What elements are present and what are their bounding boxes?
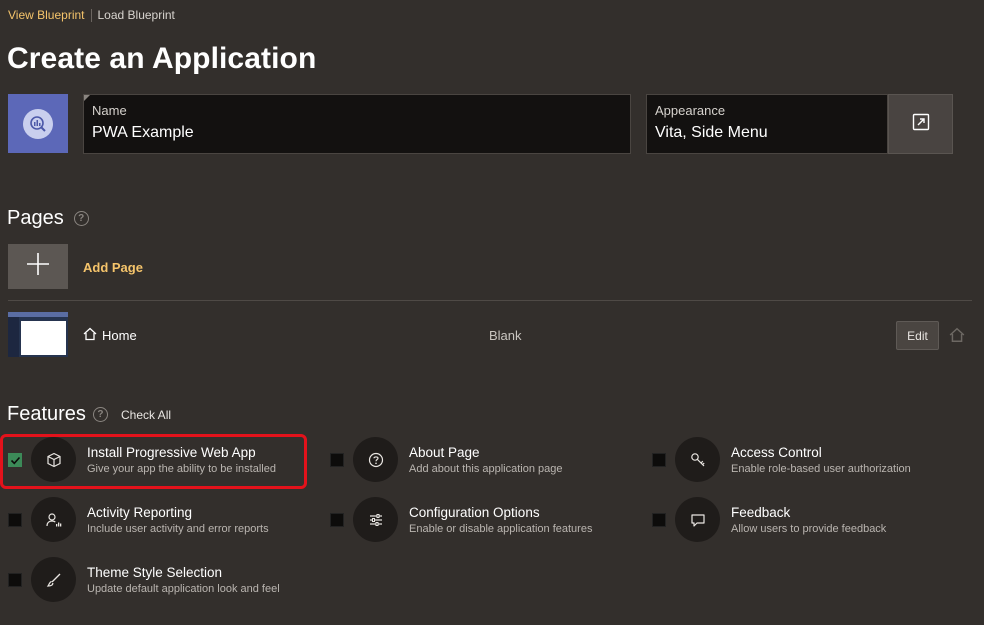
check-all-link[interactable]: Check All — [121, 408, 171, 422]
question-icon — [353, 437, 398, 482]
pages-title: Pages — [7, 207, 64, 229]
feature-checkbox[interactable] — [330, 453, 344, 467]
features-header: Features ? — [7, 403, 108, 426]
tab-load-blueprint[interactable]: Load Blueprint — [98, 8, 175, 22]
help-icon[interactable]: ? — [92, 407, 108, 422]
name-field-value[interactable]: PWA Example — [92, 124, 194, 142]
page-title: Create an Application — [7, 42, 317, 75]
feature-access-control[interactable]: Access Control Enable role-based user au… — [652, 437, 952, 487]
feature-about-page[interactable]: About Page Add about this application pa… — [330, 437, 630, 487]
feature-checkbox[interactable] — [652, 453, 666, 467]
page-name: Home — [102, 328, 137, 343]
feature-title: Activity Reporting — [87, 505, 193, 520]
appearance-settings-button[interactable] — [888, 94, 953, 154]
brush-icon — [31, 557, 76, 602]
feature-description: Allow users to provide feedback — [731, 523, 887, 535]
feature-checkbox[interactable] — [8, 513, 22, 527]
feature-configuration-options[interactable]: Configuration Options Enable or disable … — [330, 497, 630, 547]
set-home-icon[interactable] — [949, 327, 965, 348]
feature-title: Access Control — [731, 445, 822, 460]
key-icon — [675, 437, 720, 482]
home-icon — [83, 327, 97, 344]
appearance-field-value: Vita, Side Menu — [655, 124, 768, 141]
feature-description: Enable role-based user authorization — [731, 463, 911, 475]
app-icon-button[interactable] — [8, 94, 68, 153]
tab-divider — [90, 8, 92, 22]
feature-theme-style-selection[interactable]: Theme Style Selection Update default app… — [8, 557, 308, 607]
blueprint-tabs: View Blueprint Load Blueprint — [8, 8, 175, 22]
feature-title: Configuration Options — [409, 505, 540, 520]
pages-header: Pages ? — [7, 207, 89, 230]
sliders-icon — [353, 497, 398, 542]
feature-description: Enable or disable application features — [409, 523, 593, 535]
feature-description: Include user activity and error reports — [87, 523, 269, 535]
feature-title: About Page — [409, 445, 480, 460]
features-title: Features — [7, 403, 86, 425]
name-field-label: Name — [92, 103, 127, 118]
help-icon[interactable]: ? — [73, 211, 89, 226]
feature-feedback[interactable]: Feedback Allow users to provide feedback — [652, 497, 952, 547]
feature-description: Add about this application page — [409, 463, 563, 475]
appearance-field-label: Appearance — [655, 103, 726, 118]
feature-description: Update default application look and feel — [87, 583, 280, 595]
highlight-box — [0, 434, 307, 489]
page-row-name: Home — [83, 327, 137, 344]
app-chart-search-icon — [23, 108, 53, 139]
feature-checkbox[interactable] — [652, 513, 666, 527]
feature-title: Feedback — [731, 505, 791, 520]
page-type: Blank — [489, 328, 522, 343]
open-dialog-icon — [912, 113, 930, 136]
pages-divider — [8, 300, 972, 301]
appearance-field[interactable]: Appearance Vita, Side Menu — [646, 94, 888, 154]
page-thumbnail — [8, 312, 68, 357]
name-field[interactable]: Name PWA Example — [83, 94, 631, 154]
feature-activity-reporting[interactable]: Activity Reporting Include user activity… — [8, 497, 308, 547]
plus-icon — [26, 252, 50, 281]
feature-checkbox[interactable] — [330, 513, 344, 527]
add-page-button[interactable] — [8, 244, 68, 289]
comment-icon — [675, 497, 720, 542]
feature-checkbox[interactable] — [8, 573, 22, 587]
user-chart-icon — [31, 497, 76, 542]
add-page-link[interactable]: Add Page — [83, 260, 143, 275]
feature-title: Theme Style Selection — [87, 565, 223, 580]
edit-page-button[interactable]: Edit — [896, 321, 939, 350]
tab-view-blueprint[interactable]: View Blueprint — [8, 8, 85, 22]
